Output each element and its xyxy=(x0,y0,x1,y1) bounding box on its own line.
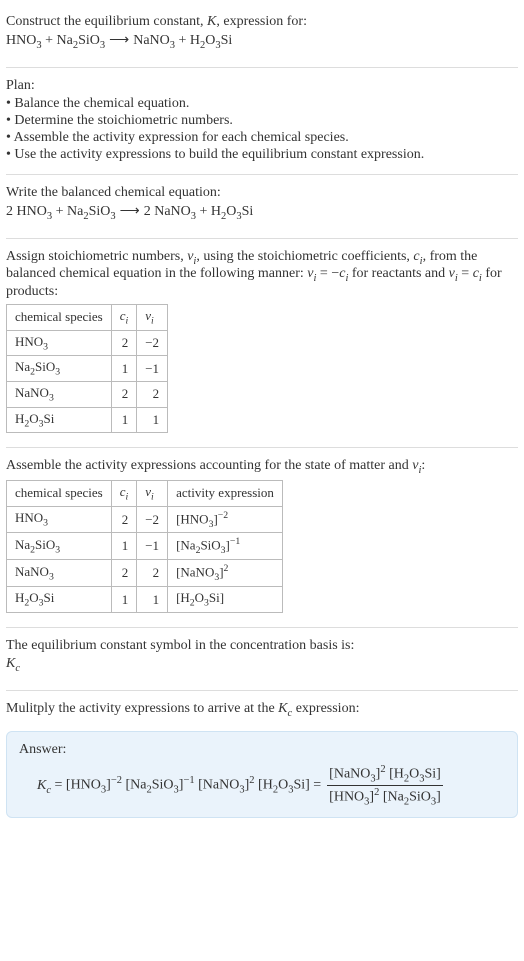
fraction-bar xyxy=(327,785,443,786)
ci-cell: 2 xyxy=(111,560,137,587)
stoich-section: Assign stoichiometric numbers, νi, using… xyxy=(6,243,518,444)
table-row: Na2SiO3 1 −1 [Na2SiO3]−1 xyxy=(7,533,283,560)
expr-cell: [NaNO3]2 xyxy=(168,560,283,587)
kc-symbol-text: The equilibrium constant symbol in the c… xyxy=(6,638,518,654)
species-cell: Na2SiO3 xyxy=(7,356,112,382)
answer-box: Answer: Kc = [HNO3]−2 [Na2SiO3]−1 [NaNO3… xyxy=(6,731,518,819)
divider xyxy=(6,627,518,628)
kc-lhs: Kc = [HNO3]−2 [Na2SiO3]−1 [NaNO3]2 [H2O3… xyxy=(37,775,321,795)
ci-cell: 1 xyxy=(111,533,137,560)
ci-cell: 2 xyxy=(111,330,137,356)
table-header-row: chemical species ci νi xyxy=(7,305,168,331)
vi-cell: 1 xyxy=(137,407,168,433)
plan-item: Determine the stoichiometric numbers. xyxy=(6,113,518,129)
kc-symbol: Kc xyxy=(6,656,518,674)
kc-frac-numerator: [NaNO3]2 [H2O3Si] xyxy=(327,764,443,784)
col-ci: ci xyxy=(111,480,137,506)
col-species: chemical species xyxy=(7,305,112,331)
balanced-section: Write the balanced chemical equation: 2 … xyxy=(6,179,518,234)
expr-cell: [Na2SiO3]−1 xyxy=(168,533,283,560)
vi-cell: −1 xyxy=(137,356,168,382)
ci-cell: 1 xyxy=(111,407,137,433)
species-cell: Na2SiO3 xyxy=(7,533,112,560)
expr-cell: [HNO3]−2 xyxy=(168,506,283,533)
activity-section: Assemble the activity expressions accoun… xyxy=(6,452,518,623)
col-expr: activity expression xyxy=(168,480,283,506)
ci-cell: 2 xyxy=(111,506,137,533)
expr-cell: [H2O3Si] xyxy=(168,587,283,613)
species-cell: H2O3Si xyxy=(7,587,112,613)
multiply-text: Mulitply the activity expressions to arr… xyxy=(6,701,518,719)
prompt-text: Construct the equilibrium constant, K, e… xyxy=(6,14,518,30)
activity-table: chemical species ci νi activity expressi… xyxy=(6,480,283,613)
vi-cell: −1 xyxy=(137,533,168,560)
kc-symbol-section: The equilibrium constant symbol in the c… xyxy=(6,632,518,686)
species-cell: HNO3 xyxy=(7,506,112,533)
plan-section: Plan: Balance the chemical equation. Det… xyxy=(6,72,518,170)
plan-item: Use the activity expressions to build th… xyxy=(6,147,518,163)
divider xyxy=(6,690,518,691)
kc-frac-denominator: [HNO3]2 [Na2SiO3] xyxy=(327,787,443,807)
plan-heading: Plan: xyxy=(6,78,518,94)
ci-cell: 2 xyxy=(111,381,137,407)
divider xyxy=(6,238,518,239)
species-cell: NaNO3 xyxy=(7,560,112,587)
table-row: NaNO3 2 2 [NaNO3]2 xyxy=(7,560,283,587)
table-row: Na2SiO3 1 −1 xyxy=(7,356,168,382)
vi-cell: 2 xyxy=(137,381,168,407)
activity-intro: Assemble the activity expressions accoun… xyxy=(6,458,518,476)
stoich-intro: Assign stoichiometric numbers, νi, using… xyxy=(6,249,518,301)
table-row: H2O3Si 1 1 [H2O3Si] xyxy=(7,587,283,613)
col-ci: ci xyxy=(111,305,137,331)
species-cell: HNO3 xyxy=(7,330,112,356)
divider xyxy=(6,447,518,448)
species-cell: NaNO3 xyxy=(7,381,112,407)
vi-cell: 2 xyxy=(137,560,168,587)
stoich-table: chemical species ci νi HNO3 2 −2 Na2SiO3… xyxy=(6,304,168,433)
col-species: chemical species xyxy=(7,480,112,506)
kc-expression: Kc = [HNO3]−2 [Na2SiO3]−1 [NaNO3]2 [H2O3… xyxy=(19,764,505,808)
unbalanced-equation: HNO3 + Na2SiO3⟶NaNO3 + H2O3Si xyxy=(6,32,518,51)
table-row: HNO3 2 −2 [HNO3]−2 xyxy=(7,506,283,533)
vi-cell: −2 xyxy=(137,506,168,533)
col-vi: νi xyxy=(137,305,168,331)
answer-label: Answer: xyxy=(19,742,505,758)
col-vi: νi xyxy=(137,480,168,506)
plan-item: Assemble the activity expression for eac… xyxy=(6,130,518,146)
table-row: HNO3 2 −2 xyxy=(7,330,168,356)
table-row: NaNO3 2 2 xyxy=(7,381,168,407)
plan-item: Balance the chemical equation. xyxy=(6,96,518,112)
balanced-heading: Write the balanced chemical equation: xyxy=(6,185,518,201)
problem-prompt: Construct the equilibrium constant, K, e… xyxy=(6,8,518,63)
kc-fraction: [NaNO3]2 [H2O3Si] [HNO3]2 [Na2SiO3] xyxy=(327,764,443,808)
ci-cell: 1 xyxy=(111,587,137,613)
table-header-row: chemical species ci νi activity expressi… xyxy=(7,480,283,506)
species-cell: H2O3Si xyxy=(7,407,112,433)
ci-cell: 1 xyxy=(111,356,137,382)
table-row: H2O3Si 1 1 xyxy=(7,407,168,433)
vi-cell: −2 xyxy=(137,330,168,356)
divider xyxy=(6,67,518,68)
vi-cell: 1 xyxy=(137,587,168,613)
multiply-section: Mulitply the activity expressions to arr… xyxy=(6,695,518,725)
divider xyxy=(6,174,518,175)
balanced-equation: 2 HNO3 + Na2SiO3⟶2 NaNO3 + H2O3Si xyxy=(6,203,518,222)
